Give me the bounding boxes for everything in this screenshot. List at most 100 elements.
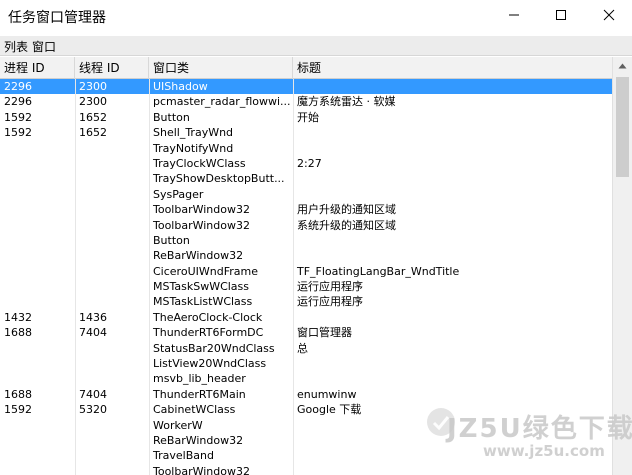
cell-pid: 1592 <box>4 126 32 140</box>
cell-tid <box>75 356 149 371</box>
column-header-class[interactable]: 窗口类 <box>149 57 293 79</box>
cell-class: ListView20WndClass <box>153 357 267 371</box>
cell-tid <box>75 294 149 309</box>
cell-class: ReBarWindow32 <box>153 249 244 263</box>
table-row[interactable]: Button <box>0 233 612 248</box>
table-row[interactable]: TrayClockWClass 2:27 <box>0 156 612 171</box>
cell-title <box>293 233 612 248</box>
cell-title: 魔方系统雷达 · 软媒 <box>297 95 396 109</box>
cell-title: 用户升级的通知区域 <box>297 203 396 217</box>
list-rows: 2296 2300 UIShadow 2296 2300 pcmaster_radar_f… <box>0 79 612 475</box>
cell-tid: 7404 <box>79 387 107 401</box>
cell-class: pcmaster_radar_flowwi... <box>153 95 291 109</box>
cell-class: MSTaskListWClass <box>153 295 253 309</box>
table-row[interactable]: TrayNotifyWnd <box>0 141 612 156</box>
maximize-button[interactable] <box>538 0 584 30</box>
cell-title <box>293 187 612 202</box>
cell-pid: 2296 <box>4 95 32 109</box>
cell-pid: 1592 <box>4 110 32 124</box>
cell-tid <box>75 279 149 294</box>
column-header-tid[interactable]: 线程 ID <box>75 57 149 79</box>
cell-pid: 1688 <box>4 387 32 401</box>
menu-list[interactable]: 列表 <box>4 38 28 55</box>
cell-tid <box>75 202 149 217</box>
table-row[interactable]: 1432 1436 TheAeroClock-Clock <box>0 310 612 325</box>
cell-pid <box>0 187 75 202</box>
cell-title: 运行应用程序 <box>297 295 363 309</box>
cell-title <box>293 125 612 140</box>
table-row[interactable]: 1688 7404 ThunderRT6FormDC 窗口管理器 <box>0 325 612 340</box>
table-row[interactable]: ToolbarWindow32 用户升级的通知区域 <box>0 202 612 217</box>
table-row[interactable]: ListView20WndClass <box>0 356 612 371</box>
table-row[interactable]: ToolbarWindow32 系统升级的通知区域 <box>0 218 612 233</box>
cell-pid <box>0 418 75 433</box>
table-row[interactable]: MSTaskListWClass 运行应用程序 <box>0 294 612 309</box>
column-header-pid[interactable]: 进程 ID <box>0 57 75 79</box>
table-row[interactable]: 1592 1652 Shell_TrayWnd <box>0 125 612 140</box>
table-row[interactable]: 2296 2300 UIShadow <box>0 79 612 95</box>
window-list-view[interactable]: 进程 ID 线程 ID 窗口类 标题 2296 2300 UIShadow 2296 2… <box>0 57 632 475</box>
grid-line <box>149 79 150 475</box>
table-row[interactable]: StatusBar20WndClass 总 <box>0 341 612 356</box>
minimize-button[interactable] <box>491 0 537 30</box>
menu-window[interactable]: 窗口 <box>32 38 56 55</box>
cell-pid <box>0 248 75 263</box>
cell-pid <box>0 218 75 233</box>
cell-pid: 1432 <box>4 310 32 324</box>
list-header: 进程 ID 线程 ID 窗口类 标题 <box>0 57 612 79</box>
table-row[interactable]: SysPager <box>0 187 612 202</box>
cell-pid <box>0 356 75 371</box>
cell-tid <box>75 233 149 248</box>
cell-tid: 1652 <box>79 126 107 140</box>
menu-bar: 列表 窗口 <box>0 36 632 56</box>
vertical-scrollbar[interactable] <box>612 57 632 475</box>
table-row[interactable]: 2296 2300 pcmaster_radar_flowwi... 魔方系统雷达 ·… <box>0 94 612 109</box>
maximize-icon <box>556 10 566 20</box>
table-row[interactable]: CiceroUIWndFrame TF_FloatingLangBar_WndTi… <box>0 264 612 279</box>
table-row[interactable]: ReBarWindow32 <box>0 248 612 263</box>
cell-tid <box>75 448 149 463</box>
cell-title <box>293 371 612 386</box>
cell-class: MSTaskSwWClass <box>153 280 250 294</box>
cell-tid: 2300 <box>79 80 107 93</box>
cell-pid <box>0 171 75 186</box>
table-row[interactable]: TrayShowDesktopButt... <box>0 171 612 186</box>
title-bar[interactable]: 任务窗口管理器 <box>0 0 632 36</box>
cell-title <box>293 310 612 325</box>
table-row[interactable]: 1592 1652 Button 开始 <box>0 110 612 125</box>
cell-tid <box>75 418 149 433</box>
scrollbar-thumb[interactable] <box>616 77 629 177</box>
cell-tid <box>75 433 149 448</box>
cell-title: 运行应用程序 <box>297 280 363 294</box>
cell-class: WorkerW <box>153 418 203 432</box>
cell-title <box>293 79 612 94</box>
cell-tid: 7404 <box>79 326 107 340</box>
scroll-up-button[interactable] <box>613 57 632 75</box>
cell-pid: 1592 <box>4 403 32 417</box>
cell-class: ToolbarWindow32 <box>153 464 250 475</box>
cell-title: 窗口管理器 <box>297 326 352 340</box>
cell-class: ReBarWindow32 <box>153 433 244 447</box>
cell-title <box>293 448 612 463</box>
table-row[interactable]: 1592 5320 CabinetWClass Google 下载 <box>0 402 612 417</box>
cell-title <box>293 356 612 371</box>
column-header-title[interactable]: 标题 <box>293 57 612 79</box>
cell-pid <box>0 264 75 279</box>
cell-title: 开始 <box>297 110 319 124</box>
cell-tid <box>75 141 149 156</box>
cell-tid <box>75 371 149 386</box>
table-row[interactable]: ToolbarWindow32 <box>0 464 612 475</box>
table-row[interactable]: TravelBand <box>0 448 612 463</box>
cell-pid <box>0 202 75 217</box>
table-row[interactable]: msvb_lib_header <box>0 371 612 386</box>
close-button[interactable] <box>586 0 632 30</box>
close-icon <box>603 9 615 21</box>
table-row[interactable]: ReBarWindow32 <box>0 433 612 448</box>
cell-tid <box>75 341 149 356</box>
cell-title: TF_FloatingLangBar_WndTitle <box>297 264 460 278</box>
cell-class: msvb_lib_header <box>153 372 246 386</box>
table-row[interactable]: 1688 7404 ThunderRT6Main enumwinw <box>0 387 612 402</box>
table-row[interactable]: MSTaskSwWClass 运行应用程序 <box>0 279 612 294</box>
table-row[interactable]: WorkerW <box>0 418 612 433</box>
cell-tid <box>75 171 149 186</box>
